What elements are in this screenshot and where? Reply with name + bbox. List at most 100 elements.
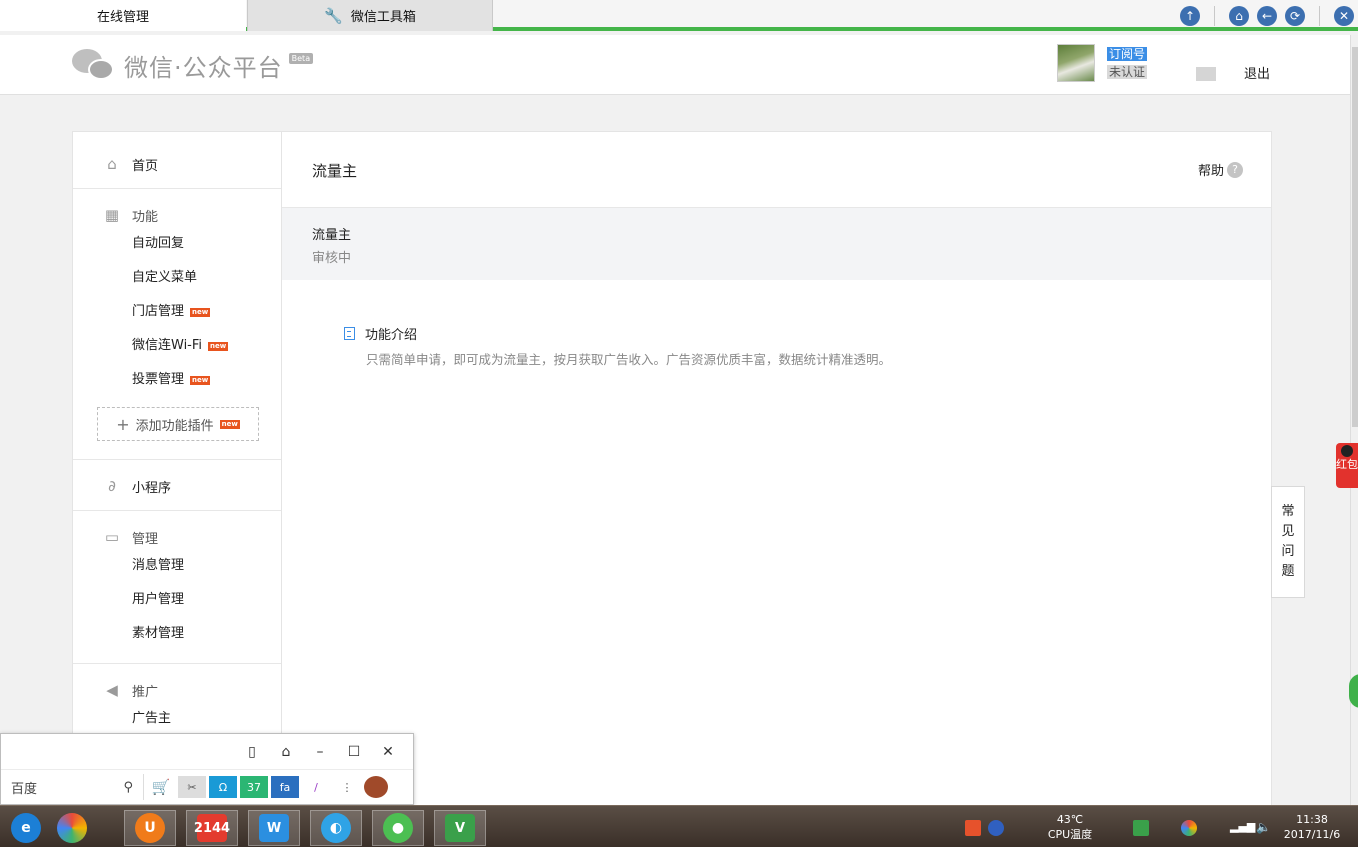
wechat-mp-logo[interactable]: 微信·公众平台 Beta: [72, 47, 314, 83]
document-icon: [344, 327, 355, 340]
clock-time: 11:38: [1296, 813, 1328, 826]
volume-icon[interactable]: 🔈: [1256, 820, 1272, 836]
mini-toolbar: 百度 ⚲ 🛒 ✂ Ω 37 fa / ⋮: [1, 770, 413, 804]
sidebar-head-features: ▦ 功能: [73, 203, 281, 227]
sidebar-head-label: 管理: [132, 531, 159, 547]
sidebar-nav: ⌂ 首页 ▦ 功能 自动回复 自定义菜单 门店管理 new 微信连Wi-Fi new…: [73, 132, 282, 832]
tray-v-icon[interactable]: [1133, 820, 1149, 836]
tray-app-icon[interactable]: [965, 820, 981, 836]
account-avatar[interactable]: [1057, 44, 1095, 82]
sidebar-head-label: 功能: [132, 209, 159, 225]
maximize-button[interactable]: ☐: [337, 744, 371, 760]
shirt-icon[interactable]: ⌂: [269, 744, 303, 760]
vibrate-icon[interactable]: ▯: [235, 744, 269, 760]
page-header: 微信·公众平台 Beta 订阅号 未认证 退出: [0, 35, 1350, 95]
tray-browser-icon[interactable]: [1181, 820, 1197, 836]
v-app-icon[interactable]: V: [434, 810, 486, 846]
sidebar-item-custom-menu[interactable]: 自定义菜单: [73, 261, 281, 295]
wps-icon[interactable]: W: [248, 810, 300, 846]
close-button[interactable]: ✕: [371, 744, 405, 760]
home-icon: ⌂: [107, 155, 117, 173]
page-title: 流量主: [312, 162, 358, 180]
sidebar-item-vote-manage[interactable]: 投票管理 new: [73, 363, 281, 397]
avatar[interactable]: [364, 776, 388, 798]
wechat-icon[interactable]: ●: [372, 810, 424, 846]
side-float-button[interactable]: [1349, 674, 1358, 708]
taskbar: e U 2144 W ◐ ● V 43℃ CPU温度 ▂▄▆ 🔈 11:38 2…: [0, 805, 1358, 847]
back-icon[interactable]: ←: [1257, 6, 1277, 26]
faq-char: 题: [1281, 564, 1295, 579]
network-icon[interactable]: ▂▄▆: [1230, 820, 1255, 836]
help-link[interactable]: 帮助 ?: [1198, 160, 1243, 179]
feather-icon[interactable]: /: [302, 776, 330, 798]
ie-icon[interactable]: e: [0, 810, 52, 846]
scrollbar-thumb[interactable]: [1352, 47, 1358, 427]
sidebar-head-label: 推广: [132, 684, 159, 700]
fa-icon[interactable]: fa: [271, 776, 299, 798]
faq-button[interactable]: 常 见 问 题: [1271, 486, 1305, 598]
intro-heading: 功能介绍: [344, 324, 891, 343]
red-packet-widget[interactable]: 红包: [1336, 443, 1358, 488]
clock[interactable]: 11:38 2017/11/6: [1281, 812, 1343, 842]
home-icon[interactable]: ⌂: [1229, 6, 1249, 26]
mini-window-titlebar: ▯ ⌂ – ☐ ✕: [1, 734, 413, 770]
close-icon[interactable]: ✕: [1334, 6, 1354, 26]
more-icon[interactable]: ⋮: [333, 776, 361, 798]
faq-char: 问: [1281, 544, 1295, 559]
upload-icon[interactable]: ↑: [1180, 6, 1200, 26]
new-badge: new: [219, 419, 240, 429]
window-controls: ↑ ⌂ ← ⟳ ✕: [1176, 5, 1358, 27]
new-badge: new: [190, 307, 211, 317]
clock-date: 2017/11/6: [1283, 828, 1341, 841]
app-2144-icon[interactable]: 2144: [186, 810, 238, 846]
app-icon[interactable]: Ω: [209, 776, 237, 798]
question-icon: ?: [1227, 161, 1243, 178]
intro-title: 功能介绍: [365, 328, 418, 343]
divider: [1214, 6, 1215, 26]
divider: [1319, 6, 1320, 26]
refresh-icon[interactable]: ⟳: [1285, 6, 1305, 26]
cart-icon[interactable]: 🛒: [147, 776, 175, 798]
mail-icon[interactable]: [1196, 67, 1216, 81]
logout-link[interactable]: 退出: [1244, 63, 1270, 82]
cpu-temp: 43℃ CPU温度: [1040, 812, 1100, 842]
sidebar-item-auto-reply[interactable]: 自动回复: [73, 227, 281, 261]
sidebar-item-material-manage[interactable]: 素材管理: [73, 617, 281, 651]
account-auth-status: 未认证: [1107, 65, 1148, 79]
tab-label: 在线管理: [96, 10, 149, 25]
new-badge: new: [208, 341, 229, 351]
sidebar-item-advertiser[interactable]: 广告主: [73, 702, 281, 736]
browser-icon[interactable]: [46, 810, 98, 846]
tab-online-manage[interactable]: 在线管理: [0, 0, 246, 31]
cpu-temp-value: 43℃: [1056, 813, 1084, 826]
search-box[interactable]: 百度 ⚲: [1, 774, 144, 800]
sidebar-item-miniprogram[interactable]: ∂ 小程序: [73, 474, 281, 498]
faq-char: 常: [1281, 504, 1295, 519]
status-panel: 流量主 审核中: [282, 208, 1271, 280]
sidebar-item-store-manage[interactable]: 门店管理 new: [73, 295, 281, 329]
sidebar-item-user-manage[interactable]: 用户管理: [73, 583, 281, 617]
nav-section-miniprogram: ∂ 小程序: [73, 460, 281, 511]
megaphone-icon: ◀: [106, 681, 118, 699]
grid-icon: ▦: [104, 206, 120, 224]
sidebar-item-home[interactable]: ⌂ 首页: [73, 152, 281, 176]
sidebar-item-wifi[interactable]: 微信连Wi-Fi new: [73, 329, 281, 363]
inbox-icon: ▭: [104, 528, 120, 546]
new-badge: new: [190, 375, 211, 385]
browser-blue-icon[interactable]: ◐: [310, 810, 362, 846]
tab-wechat-toolbox[interactable]: 🔧 微信工具箱: [247, 0, 493, 31]
window-tab-bar: 在线管理 🔧 微信工具箱 ↑ ⌂ ← ⟳ ✕: [0, 0, 1358, 31]
content-area: 流量主 帮助 ? 流量主 审核中 功能介绍 只需简单申请，即可成为流量主，按月获…: [282, 132, 1271, 832]
wrench-icon: 🔧: [324, 6, 343, 25]
sidebar-item-message-manage[interactable]: 消息管理: [73, 549, 281, 583]
uc-browser-icon[interactable]: U: [124, 810, 176, 846]
minimize-button[interactable]: –: [303, 744, 337, 760]
help-icon[interactable]: [988, 820, 1004, 836]
account-info: 订阅号 未认证: [1107, 45, 1148, 81]
game-37-icon[interactable]: 37: [240, 776, 268, 798]
content-header: 流量主 帮助 ?: [282, 132, 1271, 208]
scissors-icon[interactable]: ✂: [178, 776, 206, 798]
add-plugin-button[interactable]: + 添加功能插件 new: [97, 407, 259, 441]
nav-section-manage: ▭ 管理 消息管理 用户管理 素材管理: [73, 511, 281, 664]
intro-description: 只需简单申请，即可成为流量主，按月获取广告收入。广告资源优质丰富，数据统计精准透…: [366, 352, 892, 367]
